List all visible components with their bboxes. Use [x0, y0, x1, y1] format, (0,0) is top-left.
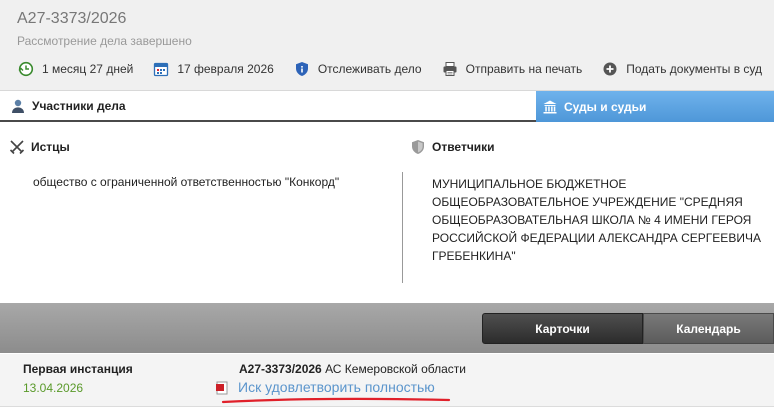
submit-documents-label: Подать документы в суд — [626, 62, 763, 76]
defendant-name: МУНИЦИПАЛЬНОЕ БЮДЖЕТНОЕ ОБЩЕОБРАЗОВАТЕЛЬ… — [432, 177, 761, 263]
plus-circle-icon — [603, 62, 617, 76]
shield-icon — [295, 62, 308, 76]
crossed-swords-icon — [9, 140, 25, 155]
date-text: 17 февраля 2026 — [177, 62, 274, 76]
decision-link[interactable]: Иск удовлетворить полностью — [238, 379, 435, 395]
instance-case-number: А27-3373/2026 — [239, 362, 322, 376]
print-button[interactable]: Отправить на печать — [442, 61, 583, 77]
case-status: Рассмотрение дела завершено — [17, 34, 192, 48]
duration-text: 1 месяц 27 дней — [42, 62, 134, 76]
track-case-button[interactable]: Отслеживать дело — [294, 61, 422, 77]
courthouse-icon — [543, 100, 557, 113]
tab-courts-label: Суды и судьи — [564, 99, 647, 114]
tab-participants-label: Участники дела — [32, 98, 126, 113]
case-number: А27-3373/2026 — [17, 10, 127, 27]
printer-icon — [443, 62, 457, 76]
instance-label: Первая инстанция — [23, 362, 133, 376]
user-icon — [12, 99, 24, 113]
tabs-bar: Участники дела Суды и судьи — [0, 91, 774, 122]
submit-documents-button[interactable]: Подать документы в суд — [602, 61, 762, 77]
instance-date: 13.04.2026 — [23, 381, 84, 395]
duration-item: 1 месяц 27 дней — [18, 61, 133, 77]
case-header: А27-3373/2026 Рассмотрение дела завершен… — [0, 0, 774, 91]
case-toolbar: 1 месяц 27 дней 17 февраля 2026 Отслежив — [18, 59, 762, 79]
shield-icon — [412, 140, 424, 154]
instance-court: АС Кемеровской области — [321, 362, 466, 376]
instance-case: А27-3373/2026 АС Кемеровской области — [239, 362, 466, 376]
plaintiffs-title: Истцы — [31, 140, 70, 154]
column-divider — [402, 172, 403, 283]
print-label: Отправить на печать — [465, 62, 583, 76]
cards-view-button[interactable]: Карточки — [482, 313, 643, 344]
calendar-icon — [154, 62, 169, 77]
defendants-title: Ответчики — [432, 140, 495, 154]
defendants-heading: Ответчики — [410, 139, 495, 155]
red-underline-annotation — [221, 397, 451, 404]
clock-back-icon — [18, 61, 34, 77]
plaintiffs-heading: Истцы — [9, 139, 70, 155]
plaintiff-name: общество с ограниченной ответственностью… — [33, 175, 340, 189]
calendar-view-button[interactable]: Календарь — [643, 313, 774, 344]
tab-courts[interactable]: Суды и судьи — [536, 91, 774, 122]
tab-participants[interactable]: Участники дела — [0, 91, 536, 122]
pdf-document-icon — [216, 381, 228, 395]
date-item: 17 февраля 2026 — [153, 61, 274, 77]
track-case-label: Отслеживать дело — [317, 62, 422, 76]
